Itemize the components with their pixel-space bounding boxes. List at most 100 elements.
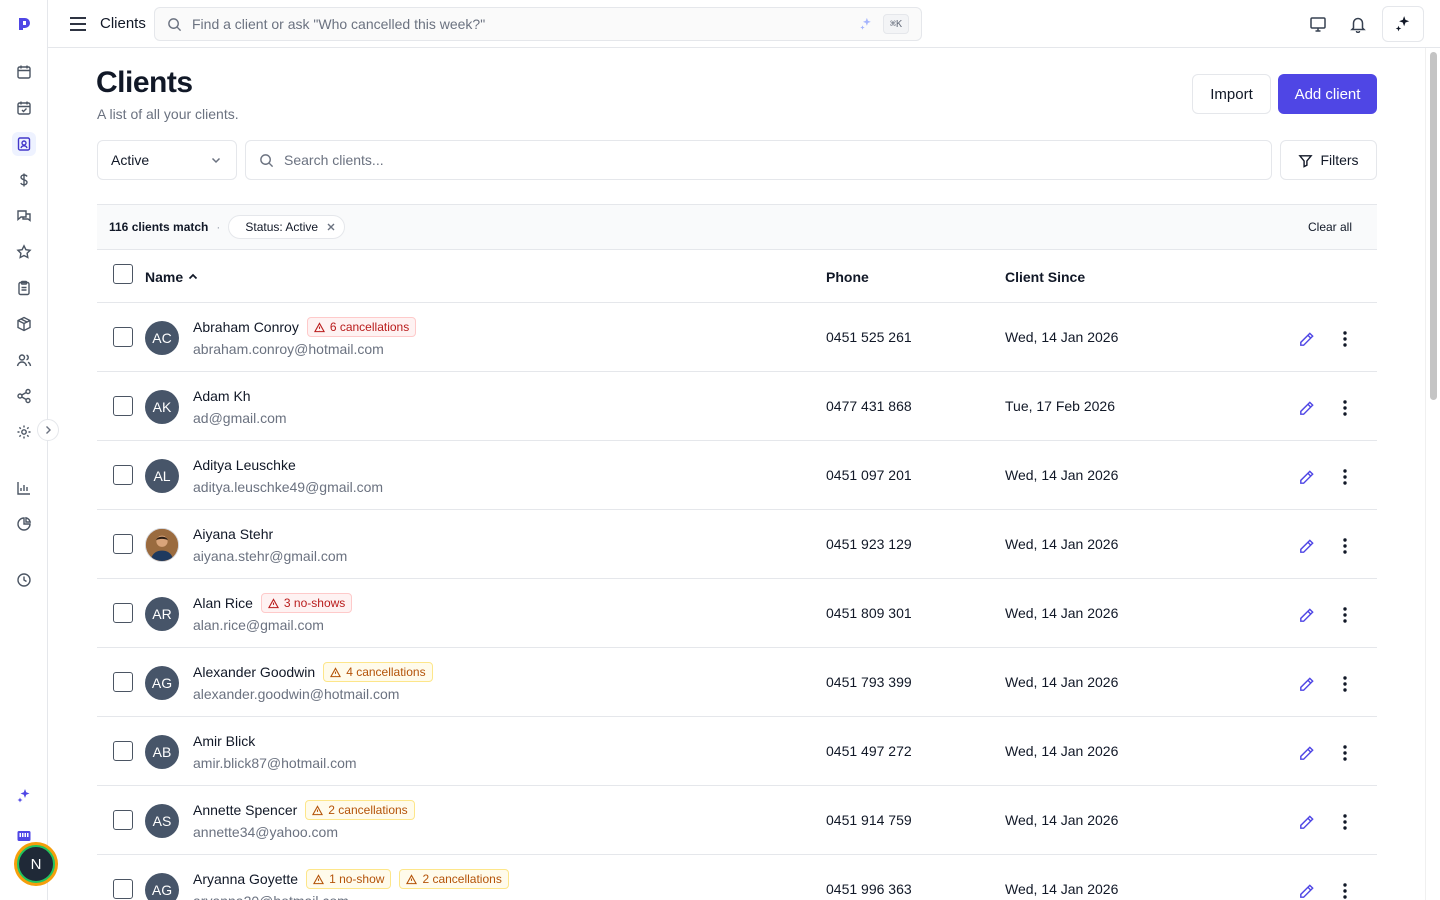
messages-icon[interactable]: [12, 204, 36, 228]
table-row[interactable]: AG Aryanna Goyette 1 no-show 2 cancellati…: [97, 855, 1377, 900]
app-title: Clients: [100, 15, 146, 32]
monitor-icon[interactable]: [1306, 12, 1330, 36]
client-since: Tue, 17 Feb 2026: [1005, 398, 1116, 414]
edit-pencil-icon[interactable]: [1294, 879, 1318, 900]
more-options-icon[interactable]: [1335, 810, 1355, 834]
client-name-line: Abraham Conroy 6 cancellations: [193, 316, 417, 338]
pie-chart-icon[interactable]: [12, 512, 36, 536]
client-search-input[interactable]: [284, 152, 1184, 168]
expand-sidebar-chevron-icon[interactable]: [37, 419, 59, 441]
add-client-button[interactable]: Add client: [1278, 74, 1377, 114]
global-search-input[interactable]: [192, 16, 852, 32]
page-scrollbar[interactable]: [1425, 48, 1440, 900]
row-checkbox[interactable]: [113, 672, 133, 692]
share-icon[interactable]: [12, 384, 36, 408]
client-name[interactable]: Alexander Goodwin: [193, 664, 315, 680]
client-search-box[interactable]: [245, 140, 1272, 180]
status-select[interactable]: Active: [97, 140, 237, 180]
global-search-box[interactable]: ⌘K: [154, 7, 922, 41]
client-name[interactable]: Adam Kh: [193, 388, 251, 404]
history-clock-icon[interactable]: [12, 568, 36, 592]
client-name[interactable]: Alan Rice: [193, 595, 253, 611]
client-since: Wed, 14 Jan 2026: [1005, 467, 1119, 483]
more-options-icon[interactable]: [1335, 672, 1355, 696]
table-row[interactable]: AK Adam Kh ad@gmail.com 0477 431 868 Tue…: [97, 372, 1377, 441]
row-checkbox[interactable]: [113, 810, 133, 830]
edit-pencil-icon[interactable]: [1294, 672, 1318, 696]
edit-pencil-icon[interactable]: [1294, 465, 1318, 489]
team-icon[interactable]: [12, 348, 36, 372]
active-filter-bar: 116 clients match · Status: Active Clear…: [97, 204, 1377, 250]
more-options-icon[interactable]: [1335, 741, 1355, 765]
row-checkbox[interactable]: [113, 396, 133, 416]
row-checkbox[interactable]: [113, 603, 133, 623]
dollar-icon[interactable]: [12, 168, 36, 192]
edit-pencil-icon[interactable]: [1294, 603, 1318, 627]
client-email: abraham.conroy@hotmail.com: [193, 341, 384, 357]
star-icon[interactable]: [12, 240, 36, 264]
warning-badge: 4 cancellations: [323, 662, 433, 682]
table-row[interactable]: AS Annette Spencer 2 cancellations annet…: [97, 786, 1377, 855]
client-since: Wed, 14 Jan 2026: [1005, 605, 1119, 621]
column-header-phone[interactable]: Phone: [826, 269, 869, 285]
clear-all-link[interactable]: Clear all: [1308, 220, 1352, 234]
brand-logo-icon[interactable]: [12, 12, 36, 36]
more-options-icon[interactable]: [1335, 534, 1355, 558]
edit-pencil-icon[interactable]: [1294, 810, 1318, 834]
warning-triangle-icon: [313, 321, 325, 333]
avatar: [145, 528, 179, 562]
more-options-icon[interactable]: [1335, 465, 1355, 489]
warning-badge-label: 6 cancellations: [329, 320, 410, 334]
row-checkbox[interactable]: [113, 879, 133, 899]
table-row[interactable]: AG Alexander Goodwin 4 cancellations ale…: [97, 648, 1377, 717]
table-row[interactable]: AC Abraham Conroy 6 cancellations abraha…: [97, 303, 1377, 372]
more-options-icon[interactable]: [1335, 603, 1355, 627]
notification-bell-icon[interactable]: [1346, 12, 1370, 36]
edit-pencil-icon[interactable]: [1294, 534, 1318, 558]
client-name[interactable]: Aditya Leuschke: [193, 457, 296, 473]
remove-filter-close-icon[interactable]: [326, 222, 336, 232]
edit-pencil-icon[interactable]: [1294, 396, 1318, 420]
ai-sparkle-icon[interactable]: [12, 784, 36, 808]
table-row[interactable]: AR Alan Rice 3 no-shows alan.rice@gmail.…: [97, 579, 1377, 648]
bar-chart-icon[interactable]: [12, 476, 36, 500]
avatar: AB: [145, 735, 179, 769]
scrollbar-thumb[interactable]: [1430, 52, 1437, 400]
more-options-icon[interactable]: [1335, 879, 1355, 900]
import-button[interactable]: Import: [1192, 74, 1271, 114]
column-header-client-since[interactable]: Client Since: [1005, 269, 1085, 285]
row-checkbox[interactable]: [113, 327, 133, 347]
avatar: AR: [145, 597, 179, 631]
client-name[interactable]: Amir Blick: [193, 733, 255, 749]
more-options-icon[interactable]: [1335, 396, 1355, 420]
hamburger-menu-icon[interactable]: [66, 12, 90, 36]
clients-icon[interactable]: [12, 132, 36, 156]
client-name[interactable]: Annette Spencer: [193, 802, 297, 818]
ai-assistant-button[interactable]: [1382, 6, 1424, 42]
table-row[interactable]: AB Amir Blick amir.blick87@hotmail.com 0…: [97, 717, 1377, 786]
more-options-icon[interactable]: [1335, 327, 1355, 351]
package-icon[interactable]: [12, 312, 36, 336]
filters-button[interactable]: Filters: [1280, 140, 1377, 180]
keyboard-shortcut-hint: ⌘K: [882, 14, 909, 34]
settings-gear-icon[interactable]: [12, 420, 36, 444]
select-all-checkbox[interactable]: [113, 264, 133, 284]
client-email: amir.blick87@hotmail.com: [193, 755, 357, 771]
appointments-icon[interactable]: [12, 96, 36, 120]
client-name[interactable]: Aiyana Stehr: [193, 526, 273, 542]
clipboard-icon[interactable]: [12, 276, 36, 300]
user-avatar[interactable]: N: [14, 842, 58, 886]
table-row[interactable]: AL Aditya Leuschke aditya.leuschke49@gma…: [97, 441, 1377, 510]
client-since: Wed, 14 Jan 2026: [1005, 812, 1119, 828]
calendar-icon[interactable]: [12, 60, 36, 84]
client-name[interactable]: Abraham Conroy: [193, 319, 299, 335]
row-checkbox[interactable]: [113, 534, 133, 554]
row-checkbox[interactable]: [113, 465, 133, 485]
warning-triangle-icon: [267, 597, 279, 609]
table-row[interactable]: Aiyana Stehr aiyana.stehr@gmail.com 0451…: [97, 510, 1377, 579]
edit-pencil-icon[interactable]: [1294, 741, 1318, 765]
column-header-name[interactable]: Name: [145, 269, 199, 285]
edit-pencil-icon[interactable]: [1294, 327, 1318, 351]
client-name[interactable]: Aryanna Goyette: [193, 871, 298, 887]
row-checkbox[interactable]: [113, 741, 133, 761]
